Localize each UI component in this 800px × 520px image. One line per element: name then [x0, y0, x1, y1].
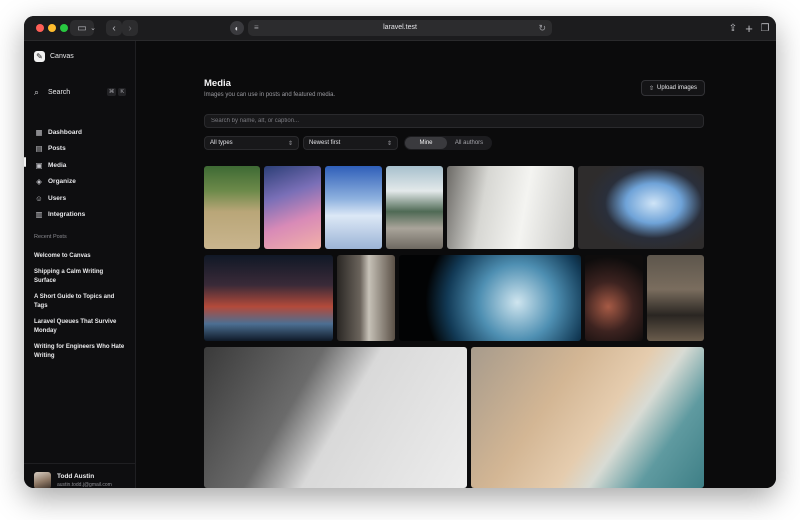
media-thumbnail[interactable] [204, 347, 467, 488]
brand-name: Canvas [50, 53, 74, 60]
canvas-logo-icon: ✎ [34, 51, 45, 62]
shortcut-key: K [118, 88, 126, 96]
tab-overview-icon[interactable]: ❐ [758, 20, 772, 36]
upload-icon: ⇧ [648, 85, 654, 92]
sidebar-item-label: Integrations [48, 211, 86, 219]
privacy-shield-icon[interactable]: ◐ [230, 21, 244, 35]
recent-posts-list: Welcome to Canvas Shipping a Calm Writin… [34, 252, 126, 368]
search-icon: ⌕ [34, 86, 40, 97]
chevron-down-icon[interactable]: ⌄ [88, 20, 98, 36]
media-thumbnail[interactable] [325, 166, 382, 249]
browser-window: ▭ ⌄ ‹ › ◐ ≡ laravel.test ↻ ⇪ + ❐ ✎ Canva… [24, 16, 776, 488]
sidebar-item-posts[interactable]: ▤ Posts [34, 141, 85, 158]
recent-posts-heading: Recent Posts [34, 234, 67, 240]
media-thumbnail[interactable] [264, 166, 321, 249]
media-search-input[interactable] [204, 114, 704, 128]
main-content: Media Images you can use in posts and fe… [136, 41, 776, 488]
sidebar-item-integrations[interactable]: ▥ Integrations [34, 207, 85, 224]
sidebar-item-dashboard[interactable]: ▦ Dashboard [34, 124, 85, 141]
segment-all-authors[interactable]: All authors [447, 137, 491, 149]
back-icon[interactable]: ‹ [106, 20, 122, 36]
sidebar-item-media[interactable]: ▣ Media [34, 157, 85, 174]
page-subtitle: Images you can use in posts and featured… [204, 92, 336, 98]
upload-button-label: Upload images [657, 85, 698, 91]
sidebar: ✎ Canvas ⌕ Search ⌘ K ▦ Dashboard ▤ Post… [24, 41, 136, 488]
media-thumbnail[interactable] [204, 255, 333, 341]
sort-value: Newest first [309, 140, 341, 146]
sidebar-item-label: Posts [48, 145, 66, 153]
search-label: Search [48, 88, 71, 96]
media-thumbnail[interactable] [471, 347, 704, 488]
sidebar-item-label: Dashboard [48, 128, 82, 136]
user-account[interactable]: Todd Austin austin.todd.j@gmail.com [24, 463, 135, 488]
url-text: laravel.test [383, 24, 417, 31]
recent-post-link[interactable]: A Short Guide to Topics and Tags [34, 293, 126, 311]
posts-icon: ▤ [35, 144, 43, 154]
avatar [34, 472, 51, 488]
sidebar-nav: ▦ Dashboard ▤ Posts ▣ Media ◈ Organize ☺… [34, 124, 85, 223]
sidebar-item-users[interactable]: ☺ Users [34, 190, 85, 207]
type-filter-value: All types [210, 140, 233, 146]
forward-icon[interactable]: › [122, 20, 138, 36]
shortcut-cmd: ⌘ [106, 88, 117, 96]
user-name: Todd Austin [57, 473, 95, 480]
media-thumbnail[interactable] [204, 166, 260, 249]
close-window-button[interactable] [36, 24, 44, 32]
recent-post-link[interactable]: Laravel Queues That Survive Monday [34, 318, 126, 336]
segment-mine[interactable]: Mine [405, 137, 447, 149]
recent-post-link[interactable]: Welcome to Canvas [34, 252, 126, 261]
page-title: Media [204, 78, 231, 89]
media-icon: ▣ [35, 160, 43, 170]
sidebar-item-organize[interactable]: ◈ Organize [34, 174, 85, 191]
author-segmented-control: Mine All authors [404, 136, 492, 150]
type-filter-select[interactable]: All types ⇕ [204, 136, 299, 150]
media-thumbnail[interactable] [399, 255, 581, 341]
active-nav-indicator [24, 157, 26, 167]
media-thumbnail[interactable] [386, 166, 443, 249]
chevron-updown-icon: ⇕ [287, 140, 293, 147]
media-thumbnail[interactable] [585, 255, 643, 341]
minimize-window-button[interactable] [48, 24, 56, 32]
media-thumbnail[interactable] [447, 166, 574, 249]
address-bar[interactable]: ≡ laravel.test ↻ [248, 20, 552, 36]
media-thumbnail[interactable] [337, 255, 395, 341]
zoom-window-button[interactable] [60, 24, 68, 32]
user-email: austin.todd.j@gmail.com [57, 482, 112, 488]
brand[interactable]: ✎ Canvas [34, 51, 74, 62]
reload-icon[interactable]: ↻ [538, 20, 546, 36]
sort-select[interactable]: Newest first ⇕ [303, 136, 398, 150]
users-icon: ☺ [35, 193, 43, 203]
share-icon[interactable]: ⇪ [726, 20, 740, 36]
upload-images-button[interactable]: ⇧ Upload images [641, 80, 705, 96]
integrations-icon: ▥ [35, 210, 43, 220]
sidebar-search[interactable]: ⌕ Search ⌘ K [34, 86, 126, 98]
media-thumbnail[interactable] [647, 255, 704, 341]
chevron-updown-icon: ⇕ [386, 140, 392, 147]
sidebar-item-label: Media [48, 161, 67, 169]
recent-post-link[interactable]: Writing for Engineers Who Hate Writing [34, 343, 126, 361]
sidebar-item-label: Organize [48, 178, 76, 186]
new-tab-icon[interactable]: + [742, 20, 756, 36]
browser-toolbar: ▭ ⌄ ‹ › ◐ ≡ laravel.test ↻ ⇪ + ❐ [24, 16, 776, 41]
dashboard-icon: ▦ [35, 127, 43, 137]
sidebar-item-label: Users [48, 194, 67, 202]
media-thumbnail[interactable] [578, 166, 704, 249]
organize-icon: ◈ [36, 177, 42, 187]
recent-post-link[interactable]: Shipping a Calm Writing Surface [34, 268, 126, 286]
